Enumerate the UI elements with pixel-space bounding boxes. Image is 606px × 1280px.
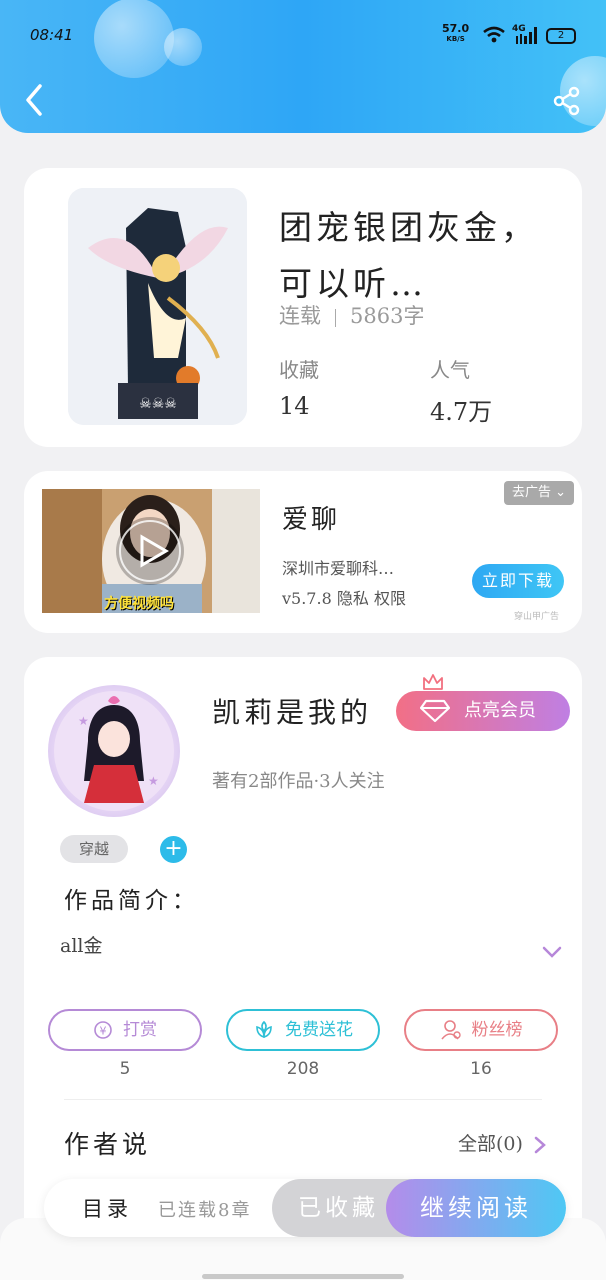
tip-count: 5	[119, 1059, 131, 1079]
fan-count: 16	[470, 1059, 492, 1079]
vip-button[interactable]: 点亮会员	[396, 674, 570, 731]
send-flower-button[interactable]: 免费送花	[226, 1009, 380, 1051]
book-title: 团宠银团灰金，可以听…	[279, 208, 538, 303]
book-status: 连载	[279, 304, 321, 328]
crown-icon	[423, 674, 443, 690]
author-avatar[interactable]: ★ ★	[48, 685, 180, 817]
ad-meta: v5.7.8 隐私 权限	[282, 589, 406, 608]
privacy-link[interactable]: 隐私	[337, 589, 369, 608]
diamond-icon	[420, 699, 450, 723]
chevron-down-icon[interactable]	[542, 945, 562, 959]
bottom-action-bar: 目录 已连载8章 已收藏 继续阅读	[44, 1179, 566, 1237]
author-says-label: 作者说	[64, 1130, 152, 1159]
collect-label: 收藏	[279, 358, 319, 382]
divider	[64, 1099, 542, 1100]
chevron-right-icon	[534, 1136, 546, 1154]
permission-link[interactable]: 权限	[374, 589, 406, 608]
collect-value: 14	[279, 392, 310, 420]
intro-label: 作品简介：	[64, 888, 199, 914]
serial-status: 已连载8章	[158, 1200, 252, 1221]
play-icon	[119, 520, 181, 582]
svg-text:★: ★	[78, 714, 89, 728]
ad-video-thumbnail[interactable]: 方便视频吗	[42, 489, 260, 613]
popularity-value: 4.7万	[430, 398, 493, 426]
svg-text:¥: ¥	[100, 1025, 107, 1038]
net-speed: 57.0 KB/S	[442, 22, 470, 43]
toc-button[interactable]: 目录	[82, 1193, 132, 1223]
author-says-all-link[interactable]: 全部(0)	[458, 1129, 547, 1156]
user-icon	[440, 1020, 461, 1040]
share-icon[interactable]	[552, 86, 582, 116]
book-info-card: ☠☠☠ 团宠银团灰金，可以听… 连载 5863字 收藏 14 人气 4.7万	[24, 168, 582, 447]
add-tag-button[interactable]: +	[160, 836, 187, 863]
wifi-icon	[483, 26, 505, 43]
continue-reading-button[interactable]: 继续阅读	[386, 1179, 566, 1237]
play-button[interactable]	[116, 517, 184, 585]
yen-icon: ¥	[94, 1021, 112, 1039]
book-meta: 连载 5863字	[279, 300, 424, 330]
tip-button[interactable]: ¥ 打赏	[48, 1009, 202, 1051]
back-arrow-icon[interactable]	[22, 82, 46, 118]
ad-company: 深圳市爱聊科…	[282, 559, 395, 578]
svg-text:☠☠☠: ☠☠☠	[139, 396, 177, 412]
home-indicator[interactable]	[202, 1274, 404, 1279]
download-button[interactable]: 立即下载	[472, 564, 564, 598]
status-bar: 08:41 57.0 KB/S 4G 2	[0, 0, 606, 70]
status-time: 08:41	[30, 26, 74, 44]
author-name: 凯莉是我的	[212, 696, 373, 729]
genre-tag[interactable]: 穿越	[60, 835, 128, 863]
flower-icon	[256, 1020, 272, 1039]
ad-source: 穿山甲广告	[514, 612, 560, 622]
remove-ad-button[interactable]: 去广告 ⌄	[504, 481, 574, 505]
ad-card[interactable]: 方便视频吗 去广告 ⌄ 爱聊 深圳市爱聊科… v5.7.8 隐私 权限 立即下载…	[24, 471, 582, 633]
ad-title: 爱聊	[282, 505, 341, 535]
word-count: 5863字	[350, 304, 425, 328]
flower-count: 208	[286, 1059, 320, 1079]
battery-icon: 2	[546, 28, 576, 44]
svg-text:★: ★	[148, 774, 159, 788]
fan-rank-button[interactable]: 粉丝榜	[404, 1009, 558, 1051]
author-summary: 著有2部作品·3人关注	[212, 771, 385, 792]
intro-text: all金	[60, 935, 103, 957]
book-cover[interactable]: ☠☠☠	[68, 188, 247, 425]
popularity-label: 人气	[430, 358, 470, 382]
video-caption: 方便视频吗	[104, 596, 174, 612]
app-header: 08:41 57.0 KB/S 4G 2	[0, 0, 606, 133]
